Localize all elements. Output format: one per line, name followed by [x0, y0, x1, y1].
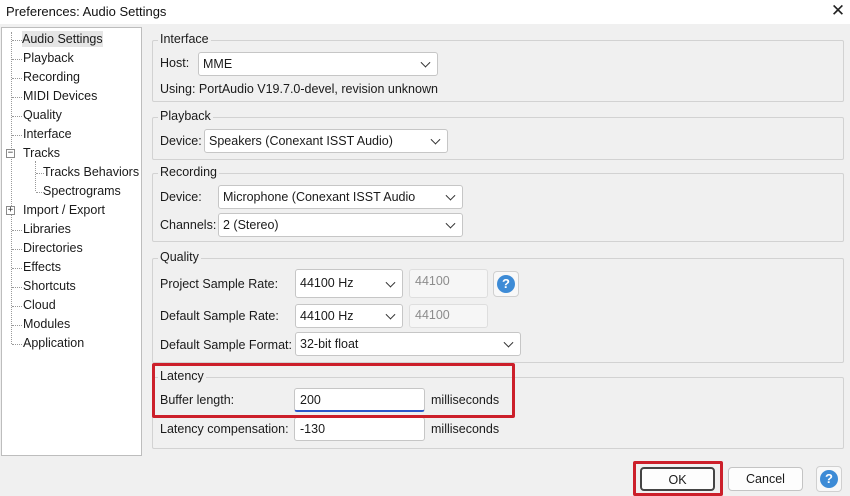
- tree-connector: [35, 161, 36, 191]
- playback-device-value: Speakers (Conexant ISST Audio): [209, 134, 393, 148]
- chevron-down-icon: [420, 57, 431, 68]
- format-label: Default Sample Format:: [160, 338, 292, 352]
- tree-item-midi-devices[interactable]: MIDI Devices: [23, 88, 97, 104]
- tree-item-tracks-behaviors[interactable]: Tracks Behaviors: [43, 164, 139, 180]
- default-rate-label: Default Sample Rate:: [160, 309, 279, 323]
- default-rate-value: 44100 Hz: [300, 309, 354, 323]
- chevron-down-icon: [445, 190, 456, 201]
- format-value: 32-bit float: [300, 337, 359, 351]
- tree-item-tracks[interactable]: Tracks: [23, 145, 60, 161]
- tree-item-directories[interactable]: Directories: [23, 240, 83, 256]
- project-rate-value: 44100 Hz: [300, 276, 354, 290]
- close-icon[interactable]: ✕: [829, 1, 847, 21]
- playback-group-title: Playback: [158, 109, 213, 123]
- host-label: Host:: [160, 56, 190, 70]
- chevron-down-icon: [385, 309, 396, 320]
- tree-item-playback[interactable]: Playback: [23, 50, 74, 66]
- project-rate-text: 44100: [415, 274, 450, 288]
- tree-item-quality[interactable]: Quality: [23, 107, 62, 123]
- chevron-down-icon: [385, 277, 396, 288]
- tree-item-import-export[interactable]: Import / Export: [23, 202, 105, 218]
- tree-item-modules[interactable]: Modules: [23, 316, 70, 332]
- channels-label: Channels:: [160, 218, 217, 232]
- host-select[interactable]: MME: [198, 52, 438, 76]
- tree-item-libraries[interactable]: Libraries: [23, 221, 71, 237]
- chevron-down-icon: [503, 337, 514, 348]
- latency-compensation-value: -130: [300, 422, 326, 436]
- help-button[interactable]: ?: [493, 271, 519, 297]
- project-rate-label: Project Sample Rate:: [160, 277, 279, 291]
- interface-group-title: Interface: [158, 32, 211, 46]
- chevron-down-icon: [430, 134, 441, 145]
- tree-item-spectrograms[interactable]: Spectrograms: [43, 183, 121, 199]
- latency-highlight: [152, 363, 515, 418]
- tree-item-shortcuts[interactable]: Shortcuts: [23, 278, 76, 294]
- default-rate-select[interactable]: 44100 Hz: [295, 304, 403, 328]
- help-icon: ?: [820, 470, 838, 488]
- help-icon: ?: [497, 275, 515, 293]
- host-value: MME: [203, 57, 233, 71]
- playback-device-select[interactable]: Speakers (Conexant ISST Audio): [204, 129, 448, 153]
- recording-device-label: Device:: [160, 190, 202, 204]
- quality-group-title: Quality: [158, 250, 201, 264]
- tree-item-interface[interactable]: Interface: [23, 126, 72, 142]
- format-select[interactable]: 32-bit float: [295, 332, 521, 356]
- latency-compensation-label: Latency compensation:: [160, 422, 289, 436]
- recording-device-value: Microphone (Conexant ISST Audio: [223, 190, 416, 204]
- project-rate-field: 44100: [409, 269, 488, 298]
- tree-item-recording[interactable]: Recording: [23, 69, 80, 85]
- tree-item-effects[interactable]: Effects: [23, 259, 61, 275]
- default-rate-field: 44100: [409, 304, 488, 328]
- latency-compensation-input[interactable]: -130: [294, 417, 425, 441]
- cancel-button[interactable]: Cancel: [728, 467, 803, 491]
- expand-icon[interactable]: +: [6, 206, 15, 215]
- channels-select[interactable]: 2 (Stereo): [218, 213, 463, 237]
- project-rate-select[interactable]: 44100 Hz: [295, 269, 403, 298]
- channels-value: 2 (Stereo): [223, 218, 279, 232]
- chevron-down-icon: [445, 218, 456, 229]
- tree-item-application[interactable]: Application: [23, 335, 84, 351]
- tree-item-cloud[interactable]: Cloud: [23, 297, 56, 313]
- playback-device-label: Device:: [160, 134, 202, 148]
- recording-group-title: Recording: [158, 165, 219, 179]
- recording-device-select[interactable]: Microphone (Conexant ISST Audio: [218, 185, 463, 209]
- latency-compensation-unit: milliseconds: [431, 422, 500, 436]
- dialog-help-button[interactable]: ?: [816, 466, 842, 492]
- window-title: Preferences: Audio Settings: [6, 4, 167, 19]
- using-text: Using: PortAudio V19.7.0-devel, revision…: [160, 82, 438, 96]
- ok-button[interactable]: OK: [640, 467, 715, 491]
- tree-item-audio-settings[interactable]: Audio Settings: [22, 31, 103, 47]
- preferences-tree: Audio Settings Playback Recording MIDI D…: [1, 27, 142, 456]
- collapse-icon[interactable]: −: [6, 149, 15, 158]
- default-rate-text: 44100: [415, 308, 450, 322]
